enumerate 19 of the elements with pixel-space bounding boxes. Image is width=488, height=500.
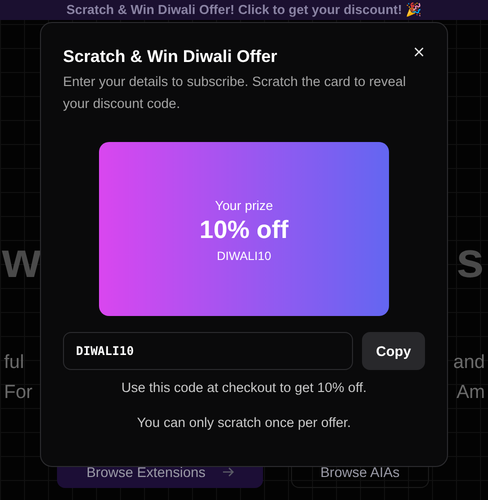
prize-amount: 10% off: [200, 216, 288, 244]
heading-fragment: w: [2, 232, 41, 288]
info-text: You can only scratch once per offer.: [136, 415, 352, 431]
promo-banner[interactable]: Scratch & Win Diwali Offer! Click to get your discount! 🎉: [0, 0, 488, 20]
dialog-title: Scratch & Win Diwali Offer: [63, 46, 278, 68]
code-field[interactable]: DIWALI10: [63, 332, 353, 370]
prize-label: Your prize: [214, 198, 274, 212]
close-icon[interactable]: [414, 47, 424, 57]
text-fragment: Am: [456, 381, 485, 405]
text-fragment: For: [4, 381, 32, 405]
copy-button[interactable]: Copy: [362, 332, 425, 370]
text-fragment: ful: [4, 351, 24, 375]
prize-code: DIWALI10: [216, 248, 272, 262]
heading-fragment: s: [456, 232, 484, 288]
info-text: Use this code at checkout to get 10% off.: [120, 380, 368, 396]
dialog-description: Enter your details to subscribe. Scratch the card to reveal your discount code.: [63, 73, 407, 113]
scratch-card[interactable]: Your prize 10% off DIWALI10: [99, 142, 389, 316]
arrow-right-icon: [222, 466, 234, 478]
text-fragment: and: [453, 351, 485, 375]
